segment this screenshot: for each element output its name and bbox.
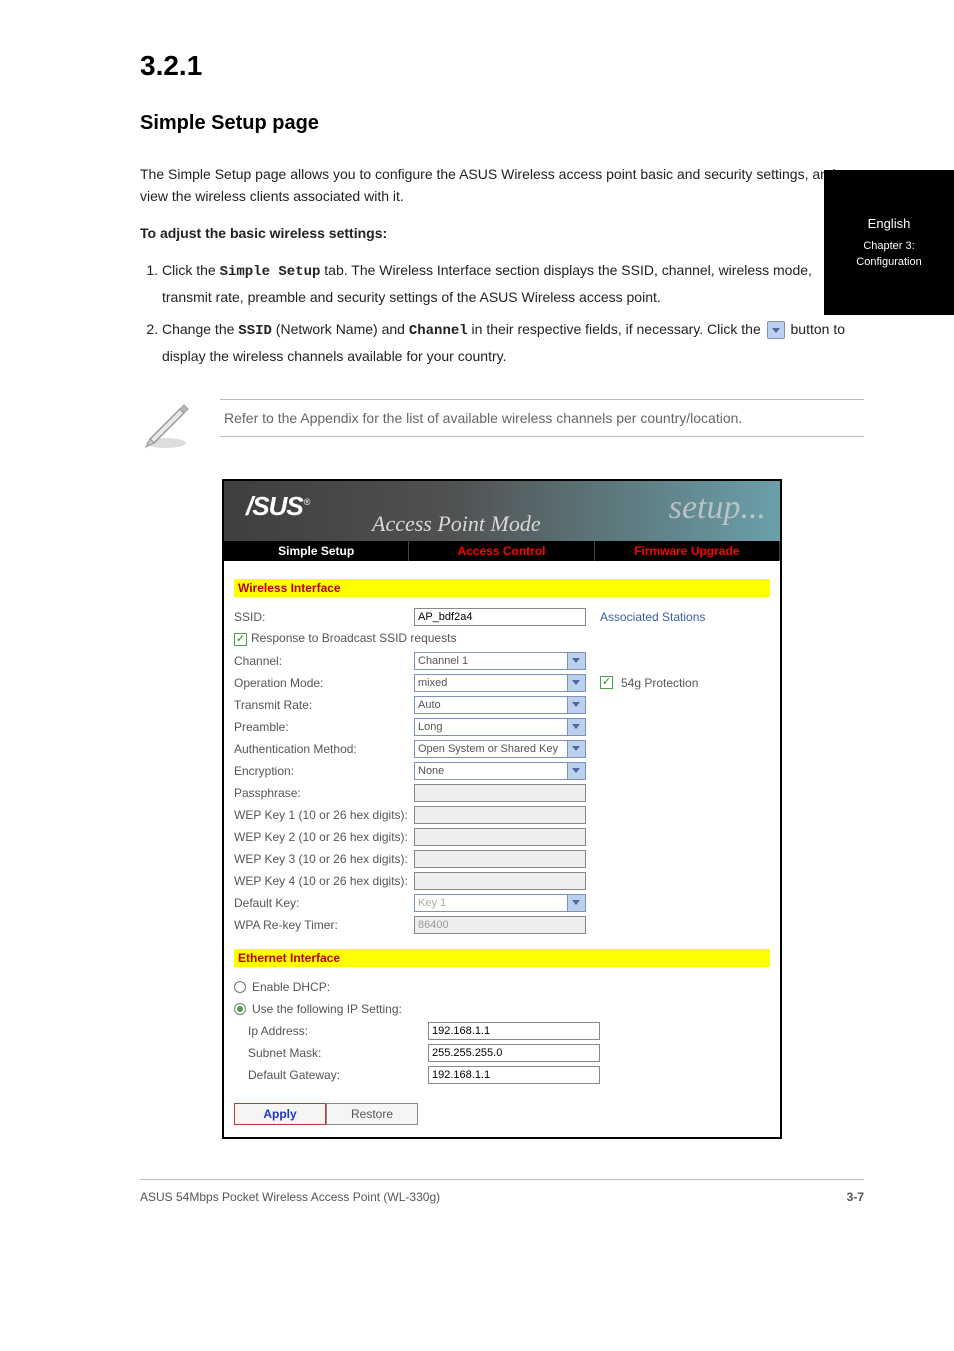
setup-label: setup... [669, 489, 766, 527]
wep4-label: WEP Key 4 (10 or 26 hex digits): [234, 874, 414, 888]
channel-select[interactable]: Channel 1 [414, 652, 586, 670]
mode-label: Access Point Mode [372, 511, 541, 537]
wep2-label: WEP Key 2 (10 or 26 hex digits): [234, 830, 414, 844]
txrate-select[interactable]: Auto [414, 696, 586, 714]
chevron-down-icon [567, 895, 585, 911]
page-footer: ASUS 54Mbps Pocket Wireless Access Point… [140, 1179, 864, 1204]
chevron-down-icon [567, 741, 585, 757]
banner: /SUS® Access Point Mode setup... [224, 481, 780, 541]
dhcp-label: Enable DHCP: [252, 980, 330, 994]
gw-label: Default Gateway: [234, 1068, 428, 1082]
wireless-interface-header: Wireless Interface [234, 579, 770, 597]
dhcp-radio[interactable] [234, 981, 246, 993]
apply-button[interactable]: Apply [234, 1103, 326, 1125]
section-number: 3.2.1 [140, 50, 864, 82]
static-ip-label: Use the following IP Setting: [252, 1002, 402, 1016]
ethernet-interface-header: Ethernet Interface [234, 949, 770, 967]
54g-label: 54g Protection [621, 676, 698, 690]
pass-label: Passphrase: [234, 786, 414, 800]
associated-stations-link[interactable]: Associated Stations [600, 610, 705, 624]
ssid-input[interactable] [414, 608, 586, 626]
enc-select[interactable]: None [414, 762, 586, 780]
mask-input[interactable] [428, 1044, 600, 1062]
chevron-down-icon [567, 763, 585, 779]
chevron-down-icon [567, 719, 585, 735]
wpa-input[interactable] [414, 916, 586, 934]
auth-label: Authentication Method: [234, 742, 414, 756]
dropdown-chevron-icon [767, 321, 785, 339]
embedded-screenshot: /SUS® Access Point Mode setup... Simple … [222, 479, 782, 1139]
wep4-input[interactable] [414, 872, 586, 890]
steps-list: Click the Simple Setup tab. The Wireless… [140, 258, 864, 369]
gw-input[interactable] [428, 1066, 600, 1084]
wpa-label: WPA Re-key Timer: [234, 918, 414, 932]
wep1-input[interactable] [414, 806, 586, 824]
ip-input[interactable] [428, 1022, 600, 1040]
wep2-input[interactable] [414, 828, 586, 846]
restore-button[interactable]: Restore [326, 1103, 418, 1125]
tab-firmware-upgrade[interactable]: Firmware Upgrade [595, 541, 780, 561]
note-pen-icon [140, 399, 192, 451]
tab-simple-setup[interactable]: Simple Setup [224, 541, 409, 561]
footer-left: ASUS 54Mbps Pocket Wireless Access Point… [140, 1190, 440, 1204]
wep1-label: WEP Key 1 (10 or 26 hex digits): [234, 808, 414, 822]
side-chapter-tab: English Chapter 3: Configuration [824, 170, 954, 315]
ip-label: Ip Address: [234, 1024, 428, 1038]
defkey-label: Default Key: [234, 896, 414, 910]
chevron-down-icon [567, 697, 585, 713]
section-title: Simple Setup page [140, 112, 864, 135]
note-text: Refer to the Appendix for the list of av… [220, 399, 864, 437]
step-2: Change the SSID (Network Name) and Chann… [162, 317, 864, 369]
chevron-down-icon [567, 653, 585, 669]
channel-label: Channel: [234, 654, 414, 668]
txrate-label: Transmit Rate: [234, 698, 414, 712]
54g-checkbox[interactable]: ✓ [600, 676, 613, 689]
mask-label: Subnet Mask: [234, 1046, 428, 1060]
tab-access-control[interactable]: Access Control [409, 541, 594, 561]
preamble-select[interactable]: Long [414, 718, 586, 736]
enc-label: Encryption: [234, 764, 414, 778]
tab-row: Simple Setup Access Control Firmware Upg… [224, 541, 780, 561]
passphrase-input[interactable] [414, 784, 586, 802]
tab-chapter: Chapter 3: Configuration [824, 239, 954, 270]
tab-language: English [868, 215, 911, 233]
static-ip-radio[interactable] [234, 1003, 246, 1015]
intro-paragraph: The Simple Setup page allows you to conf… [140, 163, 864, 208]
ssid-label: SSID: [234, 610, 414, 624]
asus-logo: /SUS® [246, 491, 309, 522]
wep3-input[interactable] [414, 850, 586, 868]
wep3-label: WEP Key 3 (10 or 26 hex digits): [234, 852, 414, 866]
step-1: Click the Simple Setup tab. The Wireless… [162, 258, 864, 310]
broadcast-checkbox[interactable]: ✓ [234, 633, 247, 646]
chevron-down-icon [567, 675, 585, 691]
opmode-label: Operation Mode: [234, 676, 414, 690]
opmode-select[interactable]: mixed [414, 674, 586, 692]
defkey-select[interactable]: Key 1 [414, 894, 586, 912]
footer-right: 3-7 [847, 1190, 864, 1204]
auth-select[interactable]: Open System or Shared Key [414, 740, 586, 758]
preamble-label: Preamble: [234, 720, 414, 734]
steps-heading: To adjust the basic wireless settings: [140, 222, 864, 244]
broadcast-label: Response to Broadcast SSID requests [251, 631, 456, 645]
